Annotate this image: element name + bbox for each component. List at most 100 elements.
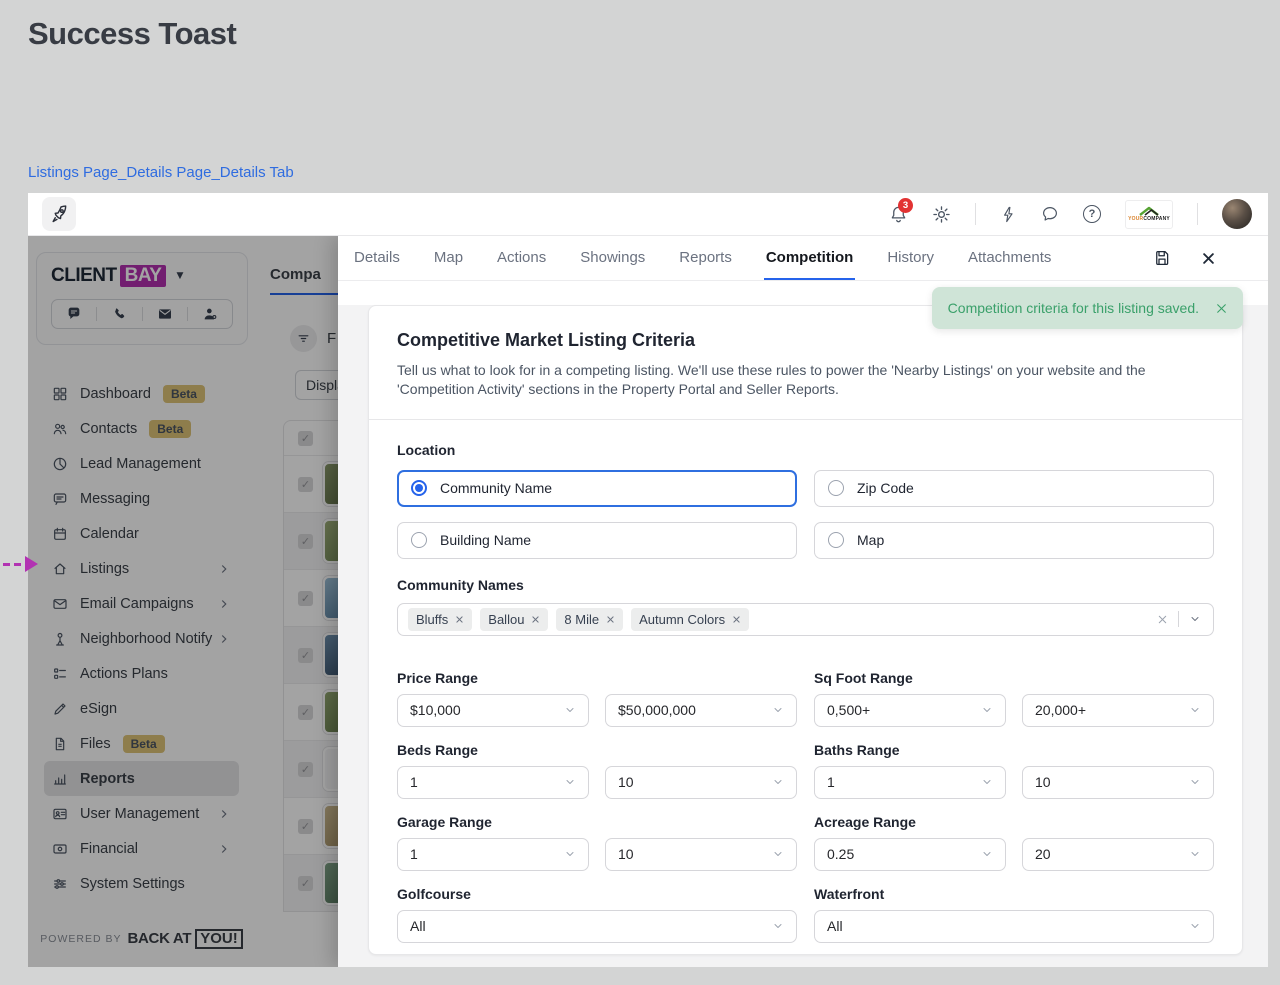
tab-competition[interactable]: Competition [763,236,856,280]
tab-actions[interactable]: Actions [495,236,548,280]
company-logo-text: YOURCOMPANY [1128,216,1170,222]
criteria-title: Competitive Market Listing Criteria [397,330,696,350]
chat-button[interactable] [1041,205,1059,223]
chevron-down-icon [772,776,784,788]
chevron-down-icon [981,848,993,860]
acreage-range-group: Acreage Range 0.25 20 [814,814,1214,871]
remove-tag-icon[interactable] [531,615,540,624]
price-range-group: Price Range $10,000 $50,000,000 [397,670,797,727]
success-toast: Competition criteria for this listing sa… [931,287,1243,329]
location-label: Location [397,441,456,458]
radio-community-name[interactable]: Community Name [397,469,797,507]
radio-icon [828,480,844,497]
beds-max-select[interactable]: 10 [605,765,797,799]
remove-tag-icon[interactable] [606,615,615,624]
price-max-select[interactable]: $50,000,000 [605,693,797,727]
beds-min-select[interactable]: 1 [397,765,589,799]
listing-detail-panel: Details Map Actions Showings Reports Com… [338,236,1268,967]
golfcourse-select[interactable]: All [397,909,797,943]
spec-link[interactable]: Listings Page_Details Page_Details Tab [28,164,294,181]
company-logo[interactable]: YOURCOMPANY [1125,199,1173,229]
close-button[interactable] [1201,251,1216,266]
chevron-down-icon [564,776,576,788]
settings-button[interactable] [932,205,951,224]
beds-range-group: Beds Range 1 10 [397,742,797,799]
tab-map[interactable]: Map [432,236,465,280]
waterfront-group: Waterfront All [814,886,1214,943]
question-icon: ? [1083,205,1101,223]
chevron-down-icon [772,848,784,860]
tagbox-divider [1178,611,1179,628]
radio-zip-code[interactable]: Zip Code [814,469,1214,507]
chevron-down-icon[interactable] [1189,613,1201,625]
gear-icon [933,205,950,223]
radio-map[interactable]: Map [814,521,1214,559]
chat-bubble-icon [1043,207,1057,221]
chevron-down-icon [1189,848,1201,860]
help-button[interactable]: ? [1083,205,1101,223]
criteria-card: Competitive Market Listing Criteria Tell… [368,305,1243,955]
topbar: 3 ? YOURCOMPANY [28,193,1268,236]
acreage-max-select[interactable]: 20 [1022,837,1214,871]
user-avatar[interactable] [1222,199,1252,229]
save-button[interactable] [1153,249,1171,267]
baths-min-select[interactable]: 1 [814,765,1006,799]
automation-button[interactable] [1000,206,1017,223]
community-names-label: Community Names [397,576,524,593]
app-window: 3 ? YOURCOMPANY CLIENT BAY ▼ Dashboard B… [28,193,1268,967]
radio-selected-icon [411,480,427,497]
waterfront-select[interactable]: All [814,909,1214,943]
chevron-down-icon [1189,920,1201,932]
tag-bluffs: Bluffs [408,607,473,631]
price-min-select[interactable]: $10,000 [397,693,589,727]
criteria-ranges-grid: Price Range $10,000 $50,000,000 Sq Foot … [397,670,1214,943]
radio-building-name[interactable]: Building Name [397,521,797,559]
remove-tag-icon[interactable] [732,615,741,624]
listing-tabbar: Details Map Actions Showings Reports Com… [338,236,1268,281]
baths-range-group: Baths Range 1 10 [814,742,1214,799]
close-icon [1217,303,1226,313]
remove-tag-icon[interactable] [455,615,464,624]
tab-details[interactable]: Details [352,236,402,280]
radio-icon [828,532,844,549]
radio-icon [411,532,427,549]
tab-reports[interactable]: Reports [677,236,734,280]
clear-all-icon[interactable] [1157,614,1168,625]
chevron-down-icon [981,704,993,716]
tag-8-mile: 8 Mile [556,607,624,631]
topbar-divider [1197,203,1198,225]
save-icon [1156,250,1169,266]
sqfoot-min-select[interactable]: 0,500+ [814,693,1006,727]
tab-showings[interactable]: Showings [578,236,647,280]
page-title: Success Toast [28,16,237,51]
competition-tab-content: Competition criteria for this listing sa… [338,287,1268,967]
notification-badge: 3 [898,197,913,213]
baths-max-select[interactable]: 10 [1022,765,1214,799]
topbar-divider [975,203,976,225]
acreage-min-select[interactable]: 0.25 [814,837,1006,871]
chevron-down-icon [564,704,576,716]
sqfoot-range-group: Sq Foot Range 0,500+ 20,000+ [814,670,1214,727]
rocket-launcher-button[interactable] [42,197,76,231]
toast-message: Competition criteria for this listing sa… [947,300,1199,316]
chevron-down-icon [1189,704,1201,716]
tab-attachments[interactable]: Attachments [966,236,1053,280]
sqfoot-max-select[interactable]: 20,000+ [1022,693,1214,727]
tag-ballou: Ballou [480,607,549,631]
chevron-down-icon [772,704,784,716]
community-names-multiselect[interactable]: Bluffs Ballou 8 Mile Autumn Colors [397,602,1214,636]
close-icon [1203,252,1214,264]
chevron-down-icon [981,776,993,788]
golfcourse-group: Golfcourse All [397,886,797,943]
notifications-button[interactable]: 3 [889,197,913,224]
lightning-icon [1004,206,1013,222]
chevron-down-icon [564,848,576,860]
toast-close-button[interactable] [1215,302,1228,315]
garage-range-group: Garage Range 1 10 [397,814,797,871]
garage-max-select[interactable]: 10 [605,837,797,871]
criteria-description: Tell us what to look for in a competing … [397,362,1146,397]
rocket-icon [52,205,67,223]
tab-history[interactable]: History [885,236,936,280]
chevron-down-icon [772,920,784,932]
garage-min-select[interactable]: 1 [397,837,589,871]
